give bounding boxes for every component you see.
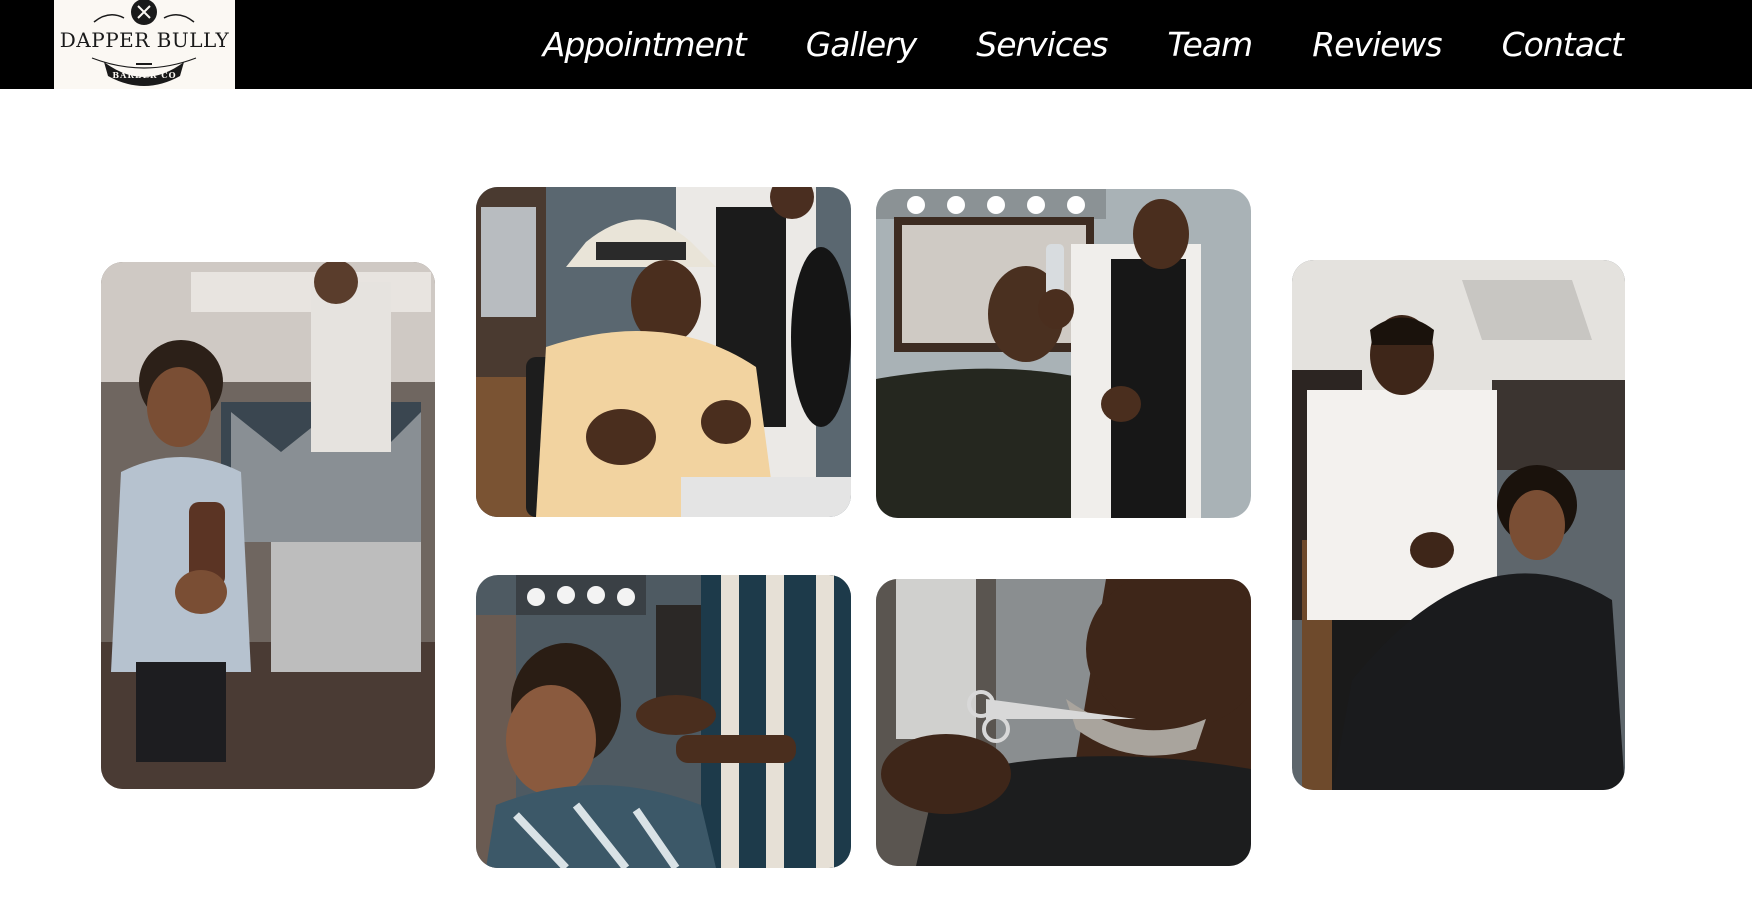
main-nav: Appointment Gallery Services Team Review… xyxy=(543,0,1624,89)
beard-trim-scissors-photo[interactable] xyxy=(876,579,1251,866)
barber-with-boy-client-photo[interactable] xyxy=(1292,260,1625,790)
logo-brand-text: DAPPER BULLY xyxy=(59,28,230,52)
young-man-haircut-photo[interactable] xyxy=(476,575,851,868)
nav-team[interactable]: Team xyxy=(1167,25,1253,64)
nav-gallery[interactable]: Gallery xyxy=(806,25,918,64)
top-navbar: DAPPER BULLY BARBER CO Appointment Galle… xyxy=(0,0,1752,89)
brand-logo[interactable]: DAPPER BULLY BARBER CO xyxy=(54,0,235,89)
nav-reviews[interactable]: Reviews xyxy=(1312,25,1442,64)
man-in-hat-with-barber-photo[interactable] xyxy=(476,187,851,517)
boy-with-hairbrush-photo[interactable] xyxy=(101,262,435,789)
nav-services[interactable]: Services xyxy=(976,25,1108,64)
nav-appointment[interactable]: Appointment xyxy=(543,25,747,64)
nav-contact[interactable]: Contact xyxy=(1502,25,1624,64)
barber-spraying-client-photo[interactable] xyxy=(876,189,1251,518)
logo-sub-text: BARBER CO xyxy=(112,70,177,80)
